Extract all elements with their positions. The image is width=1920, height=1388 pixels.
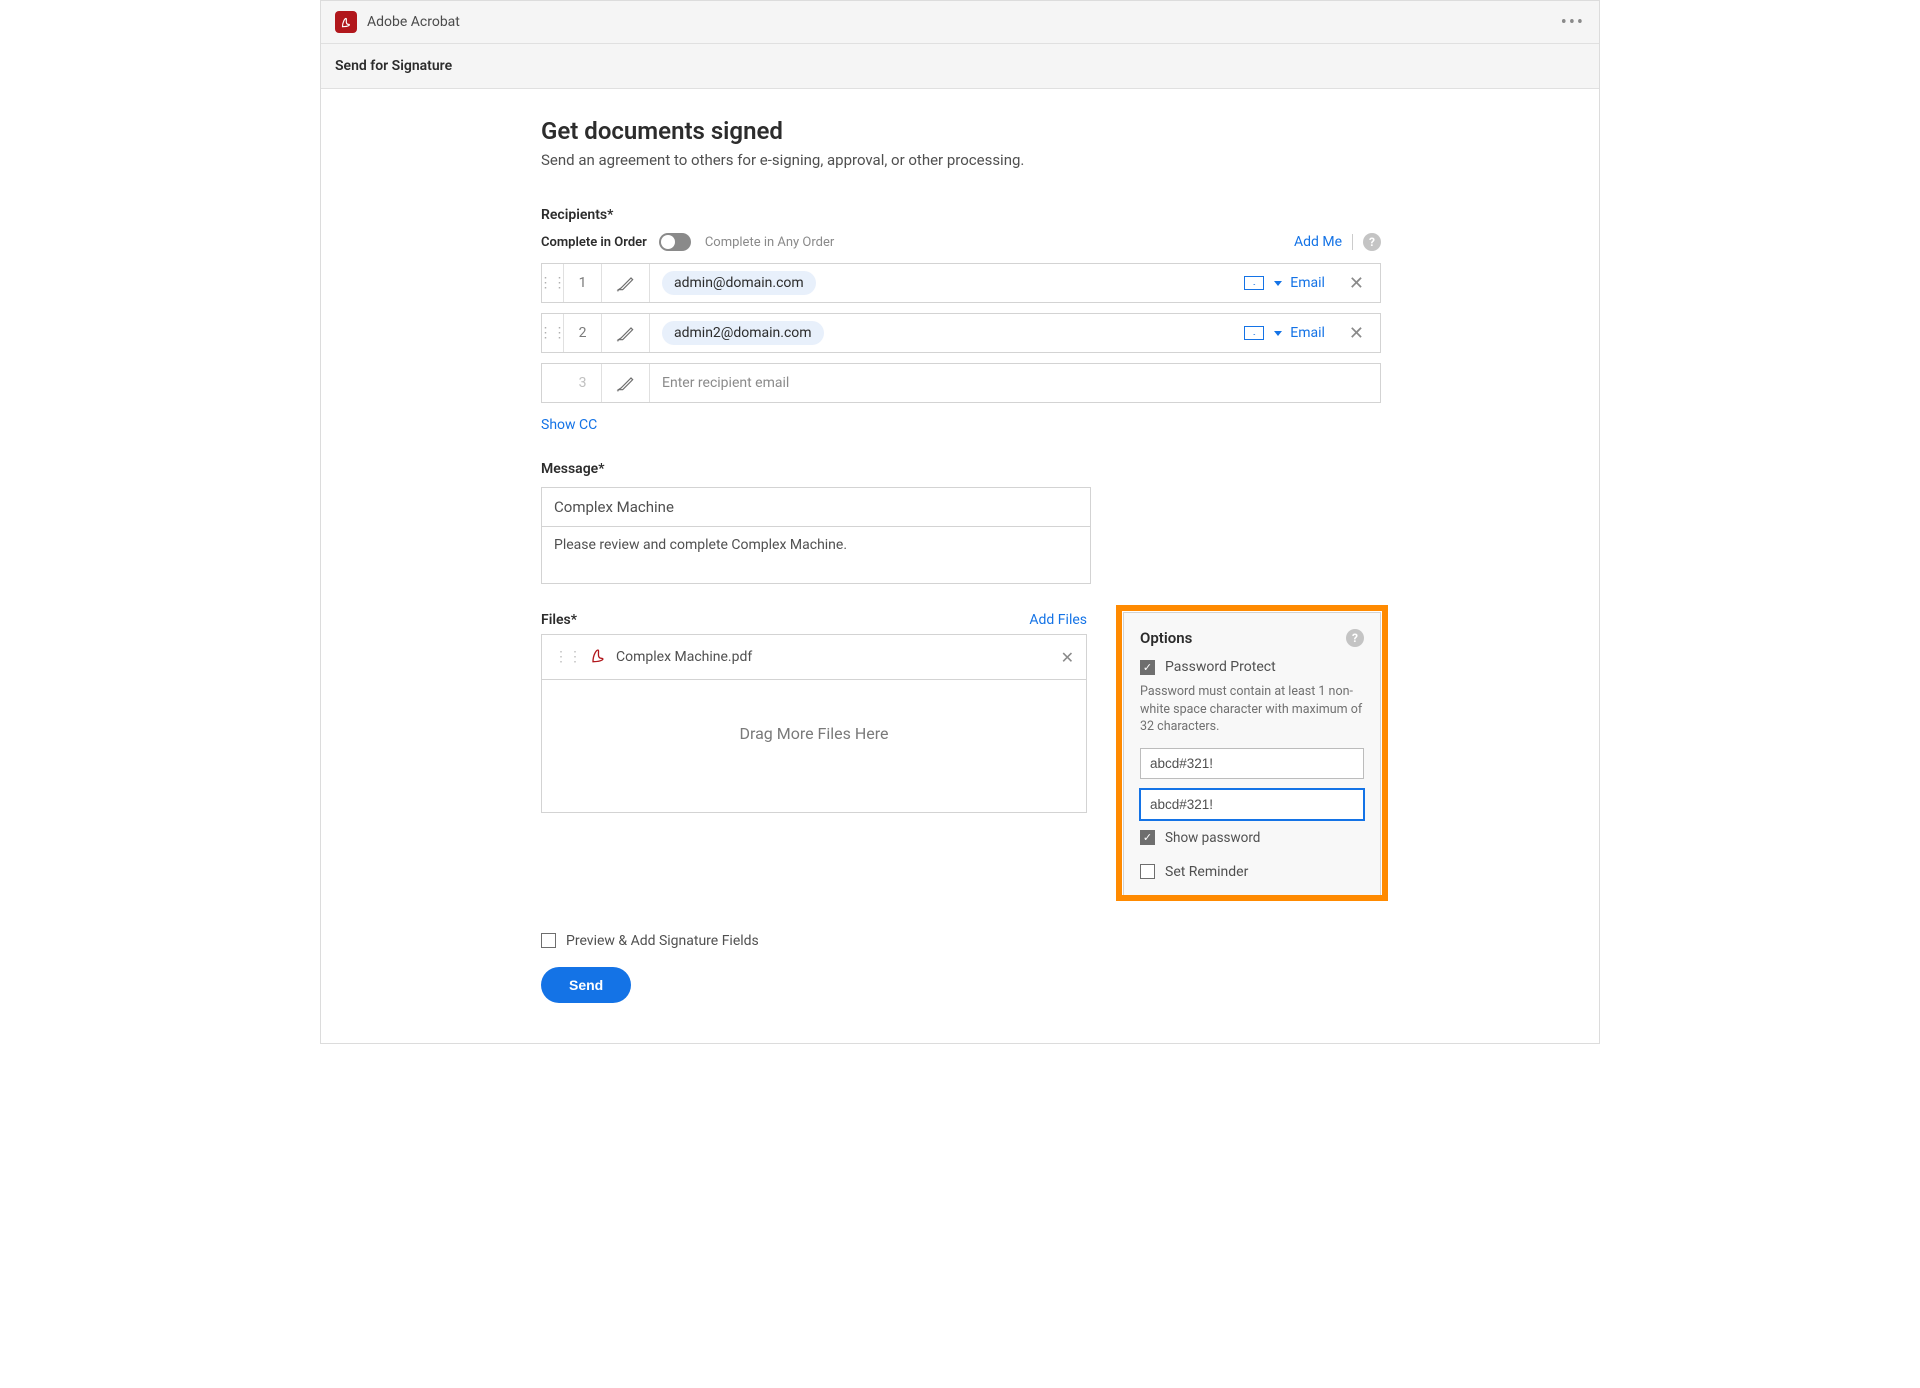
- file-dropzone[interactable]: Drag More Files Here: [542, 680, 1086, 812]
- recipient-number: 3: [564, 364, 602, 402]
- delivery-method-dropdown[interactable]: Email: [1236, 275, 1333, 291]
- role-cell[interactable]: [602, 264, 650, 302]
- message-body-input[interactable]: Please review and complete Complex Machi…: [542, 527, 1090, 583]
- file-row: ⋮⋮ Complex Machine.pdf ✕: [542, 635, 1086, 680]
- options-panel: Options ? Password Protect Password must…: [1123, 612, 1381, 897]
- message-label: Message*: [541, 461, 1381, 477]
- order-toggle[interactable]: [659, 233, 691, 251]
- pen-icon: [616, 323, 636, 343]
- password-input[interactable]: [1140, 748, 1364, 779]
- recipients-label: Recipients*: [541, 207, 1381, 223]
- recipient-placeholder: Enter recipient email: [662, 375, 789, 391]
- app-window: Adobe Acrobat ••• Send for Signature Get…: [320, 0, 1600, 1044]
- add-me-link[interactable]: Add Me: [1294, 234, 1342, 250]
- recipient-row: ⋮⋮ 3 Enter recipient email: [541, 363, 1381, 403]
- email-chip[interactable]: admin2@domain.com: [662, 321, 824, 345]
- mail-icon: [1244, 326, 1264, 340]
- recipient-email-field[interactable]: admin2@domain.com: [650, 314, 1236, 352]
- complete-in-order-label: Complete in Order: [541, 235, 647, 250]
- help-icon[interactable]: ?: [1346, 629, 1364, 647]
- role-cell[interactable]: [602, 314, 650, 352]
- show-password-label: Show password: [1165, 830, 1260, 846]
- mail-icon: [1244, 276, 1264, 290]
- remove-file-icon[interactable]: ✕: [1061, 648, 1074, 667]
- recipient-email-field[interactable]: Enter recipient email: [650, 364, 1380, 402]
- title-bar: Adobe Acrobat •••: [321, 1, 1599, 44]
- set-reminder-label: Set Reminder: [1165, 864, 1248, 880]
- subheader: Send for Signature: [321, 44, 1599, 89]
- set-reminder-checkbox[interactable]: [1140, 864, 1155, 879]
- drag-handle-icon[interactable]: ⋮⋮: [542, 314, 564, 352]
- page-title: Get documents signed: [541, 117, 1381, 145]
- order-row: Complete in Order Complete in Any Order …: [541, 233, 1381, 251]
- chevron-down-icon: [1274, 331, 1282, 336]
- recipient-row: ⋮⋮ 1 admin@domain.com Email ✕: [541, 263, 1381, 303]
- recipient-number: 1: [564, 264, 602, 302]
- more-menu-icon[interactable]: •••: [1561, 12, 1585, 33]
- complete-any-order-label: Complete in Any Order: [705, 235, 1294, 250]
- app-title: Adobe Acrobat: [367, 14, 1561, 30]
- role-cell[interactable]: [602, 364, 650, 402]
- preview-checkbox[interactable]: [541, 933, 556, 948]
- password-protect-label: Password Protect: [1165, 659, 1276, 675]
- remove-recipient-icon[interactable]: ✕: [1333, 273, 1380, 294]
- pen-icon: [616, 273, 636, 293]
- recipient-number: 2: [564, 314, 602, 352]
- file-name: Complex Machine.pdf: [616, 649, 1061, 665]
- acrobat-app-icon: [335, 11, 357, 33]
- send-button[interactable]: Send: [541, 967, 631, 1003]
- message-box: Complex Machine Please review and comple…: [541, 487, 1091, 584]
- drag-handle-icon[interactable]: ⋮⋮: [542, 264, 564, 302]
- drag-handle-icon[interactable]: ⋮⋮: [554, 649, 582, 665]
- recipient-email-field[interactable]: admin@domain.com: [650, 264, 1236, 302]
- page-subtitle: Send an agreement to others for e-signin…: [541, 151, 1381, 169]
- delivery-method-dropdown[interactable]: Email: [1236, 325, 1333, 341]
- email-chip[interactable]: admin@domain.com: [662, 271, 816, 295]
- recipient-row: ⋮⋮ 2 admin2@domain.com Email ✕: [541, 313, 1381, 353]
- help-icon[interactable]: ?: [1363, 233, 1381, 251]
- content-area: Get documents signed Send an agreement t…: [321, 89, 1599, 1043]
- pdf-icon: [588, 645, 608, 669]
- password-protect-checkbox[interactable]: [1140, 660, 1155, 675]
- remove-recipient-icon[interactable]: ✕: [1333, 323, 1380, 344]
- add-files-link[interactable]: Add Files: [1029, 612, 1087, 628]
- message-subject-input[interactable]: Complex Machine: [542, 488, 1090, 527]
- confirm-password-input[interactable]: [1140, 789, 1364, 820]
- pen-icon: [616, 373, 636, 393]
- preview-label: Preview & Add Signature Fields: [566, 933, 759, 949]
- chevron-down-icon: [1274, 281, 1282, 286]
- show-password-checkbox[interactable]: [1140, 830, 1155, 845]
- show-cc-link[interactable]: Show CC: [541, 417, 597, 433]
- files-label: Files*: [541, 612, 577, 628]
- password-help-text: Password must contain at least 1 non-whi…: [1140, 683, 1364, 736]
- options-title: Options: [1140, 629, 1192, 647]
- file-list: ⋮⋮ Complex Machine.pdf ✕ Drag More Files…: [541, 634, 1087, 813]
